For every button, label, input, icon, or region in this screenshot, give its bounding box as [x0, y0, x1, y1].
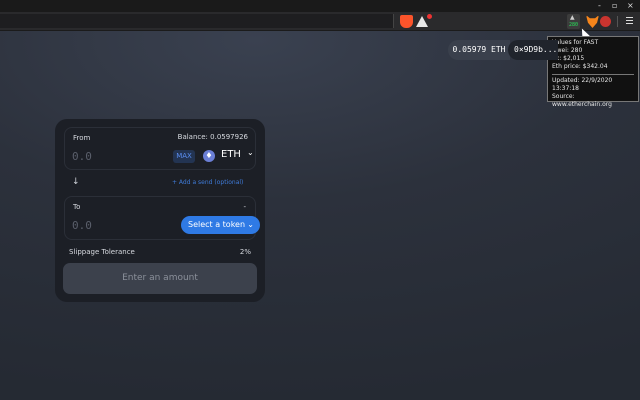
- gas-price-extension-icon[interactable]: ▲ 280: [567, 14, 580, 29]
- chevron-down-icon: ⌄: [247, 148, 254, 157]
- tooltip-line: Values for FAST: [552, 39, 599, 46]
- brave-rewards-icon[interactable]: [416, 13, 433, 28]
- tooltip-divider: [552, 74, 634, 75]
- hamburger-menu-icon[interactable]: [626, 17, 633, 26]
- arrow-down-icon[interactable]: ↓: [72, 177, 80, 187]
- minimize-button[interactable]: -: [598, 1, 601, 11]
- to-amount-input[interactable]: [72, 217, 142, 233]
- title-bar: - ▫ ×: [0, 0, 640, 12]
- balance-label: Balance: 0.0597926: [177, 133, 248, 141]
- extension-icon[interactable]: [600, 16, 611, 27]
- account-address-button[interactable]: 0×9D9b...: [508, 40, 558, 60]
- to-balance: -: [243, 203, 246, 211]
- slippage-label: Slippage Tolerance: [69, 248, 135, 256]
- toolbar-divider: [617, 16, 618, 27]
- max-button[interactable]: MAX: [173, 150, 195, 163]
- browser-toolbar: ▲ 280: [0, 12, 640, 31]
- gas-value-badge: 280: [568, 22, 579, 28]
- chevron-down-icon: ⌄: [247, 220, 254, 229]
- to-panel: To - Select a token ⌄: [64, 196, 260, 240]
- tooltip-source: Source: www.etherchain.org: [552, 93, 612, 108]
- maximize-button[interactable]: ▫: [612, 1, 617, 11]
- from-label: From: [73, 134, 91, 142]
- notification-badge: [426, 13, 433, 20]
- from-panel: From Balance: 0.0597926 MAX ♦ ETH ⌄: [64, 127, 256, 170]
- select-token-label: Select a token: [188, 220, 246, 229]
- address-bar[interactable]: [0, 14, 394, 28]
- from-amount-input[interactable]: [72, 148, 142, 164]
- from-token-selector[interactable]: ♦ ETH ⌄: [203, 147, 255, 165]
- gas-tooltip: Values for FAST Gwei: 280 Tx: $2,015 Eth…: [547, 36, 639, 108]
- tooltip-line: Tx: $2,015: [552, 55, 585, 62]
- tooltip-updated: Updated: 22/9/2020 13:37:18: [552, 77, 613, 92]
- brave-shields-icon[interactable]: [400, 15, 413, 28]
- swap-card: From Balance: 0.0597926 MAX ♦ ETH ⌄ ↓ + …: [55, 119, 265, 302]
- add-send-link[interactable]: + Add a send (optional): [172, 179, 243, 186]
- slippage-value: 2%: [239, 248, 251, 256]
- metamask-fox-icon[interactable]: [586, 15, 599, 28]
- gas-pump-icon: ▲: [570, 14, 575, 21]
- select-token-button[interactable]: Select a token ⌄: [181, 216, 260, 234]
- tooltip-line: Eth price: $342.04: [552, 63, 608, 70]
- to-label: To: [73, 203, 81, 211]
- eth-icon: ♦: [203, 150, 215, 162]
- from-token-symbol: ETH: [221, 149, 241, 160]
- enter-amount-button[interactable]: Enter an amount: [63, 263, 257, 294]
- account-balance: 0.05979 ETH: [448, 40, 510, 60]
- close-button[interactable]: ×: [627, 1, 634, 11]
- tooltip-line: Gwei: 280: [552, 47, 583, 54]
